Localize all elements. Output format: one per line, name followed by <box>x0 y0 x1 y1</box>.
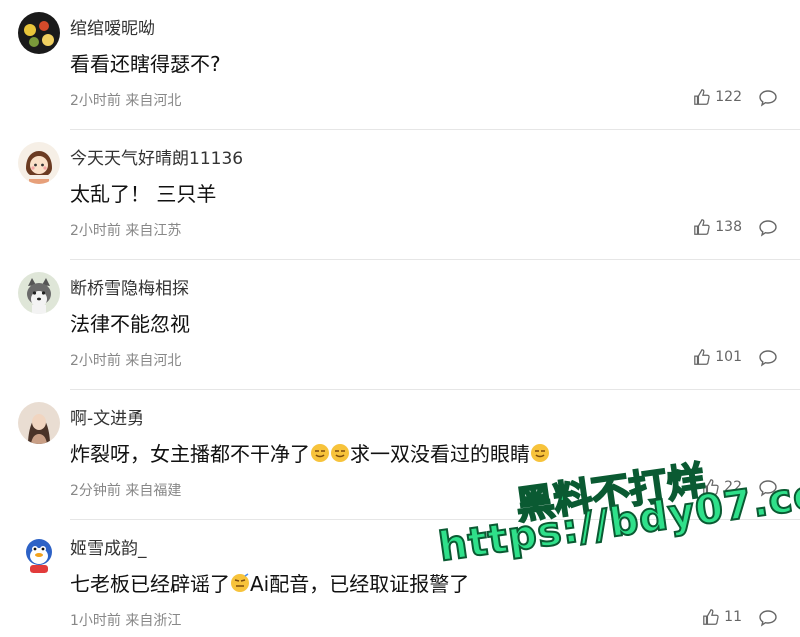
avatar[interactable] <box>18 272 60 314</box>
avatar-duck-icon <box>18 532 60 574</box>
emoji-icon <box>531 444 549 462</box>
reply-bubble-icon[interactable] <box>758 608 778 628</box>
comment-meta: 2小时前 来自河北 <box>70 353 182 369</box>
reply-bubble-icon[interactable] <box>758 88 778 108</box>
avatar[interactable] <box>18 142 60 184</box>
comment-text-part: 求一双没看过的眼睛 <box>350 442 530 466</box>
thumbs-up-icon <box>694 89 710 105</box>
comment-text-part: 炸裂呀，女主播都不干净了 <box>70 442 310 466</box>
like-button[interactable]: 138 <box>693 218 742 236</box>
like-button[interactable]: 101 <box>693 348 742 366</box>
comment-text-part: 七老板已经辟谣了 <box>70 572 230 596</box>
comment-text-part: Ai配音，已经取证报警了 <box>250 572 470 596</box>
reply-bubble-icon[interactable] <box>758 348 778 368</box>
comment-text: 看看还瞎得瑟不? <box>70 52 221 76</box>
comment-item: 今天天气好晴朗11136 太乱了！ 三只羊 2小时前 来自江苏 138 <box>0 130 800 260</box>
comment-text: 炸裂呀，女主播都不干净了 求一双没看过的眼睛 <box>70 438 550 467</box>
avatar-flowers-icon <box>18 12 60 54</box>
thumbs-up-icon <box>694 349 710 365</box>
emoji-icon <box>311 444 329 462</box>
avatar[interactable] <box>18 402 60 444</box>
thumbs-up-icon <box>703 609 719 625</box>
like-button[interactable]: 11 <box>702 608 742 626</box>
like-count: 22 <box>724 479 742 495</box>
username[interactable]: 姬雪成韵_ <box>70 534 147 559</box>
reply-bubble-icon[interactable] <box>758 218 778 238</box>
emoji-icon <box>331 444 349 462</box>
comment-meta: 2小时前 来自江苏 <box>70 223 182 239</box>
thumbs-up-icon <box>703 479 719 495</box>
comment-meta: 2分钟前 来自福建 <box>70 483 182 499</box>
comment-text: 太乱了！ 三只羊 <box>70 182 217 206</box>
like-count: 101 <box>715 349 742 365</box>
avatar[interactable] <box>18 532 60 574</box>
comment-meta: 1小时前 来自浙江 <box>70 613 182 629</box>
username[interactable]: 啊-文进勇 <box>70 404 144 429</box>
username[interactable]: 断桥雪隐梅相探 <box>70 274 189 299</box>
avatar[interactable] <box>18 12 60 54</box>
avatar-cartoon-girl-icon <box>18 142 60 184</box>
comment-item: 断桥雪隐梅相探 法律不能忽视 2小时前 来自河北 101 <box>0 260 800 390</box>
comment-meta: 2小时前 来自河北 <box>70 93 182 109</box>
emoji-icon <box>231 573 249 592</box>
avatar-woman-icon <box>18 402 60 444</box>
like-count: 122 <box>715 89 742 105</box>
like-count: 138 <box>715 219 742 235</box>
thumbs-up-icon <box>694 219 710 235</box>
like-button[interactable]: 22 <box>702 478 742 496</box>
comment-item: 啊-文进勇 炸裂呀，女主播都不干净了 求一双没看过的眼睛 2分钟前 来自福建 22 <box>0 390 800 520</box>
comment-item: 姬雪成韵_ 七老板已经辟谣了 Ai配音，已经取证报警了 1小时前 来自浙江 11 <box>0 520 800 637</box>
username[interactable]: 今天天气好晴朗11136 <box>70 144 243 169</box>
comment-text: 法律不能忽视 <box>70 312 190 336</box>
reply-bubble-icon[interactable] <box>758 478 778 498</box>
avatar-husky-icon <box>18 272 60 314</box>
comment-text: 七老板已经辟谣了 Ai配音，已经取证报警了 <box>70 568 469 597</box>
comment-item: 绾绾嗳昵呦 看看还瞎得瑟不? 2小时前 来自河北 122 <box>0 0 800 130</box>
like-button[interactable]: 122 <box>693 88 742 106</box>
like-count: 11 <box>724 609 742 625</box>
username[interactable]: 绾绾嗳昵呦 <box>70 14 155 39</box>
